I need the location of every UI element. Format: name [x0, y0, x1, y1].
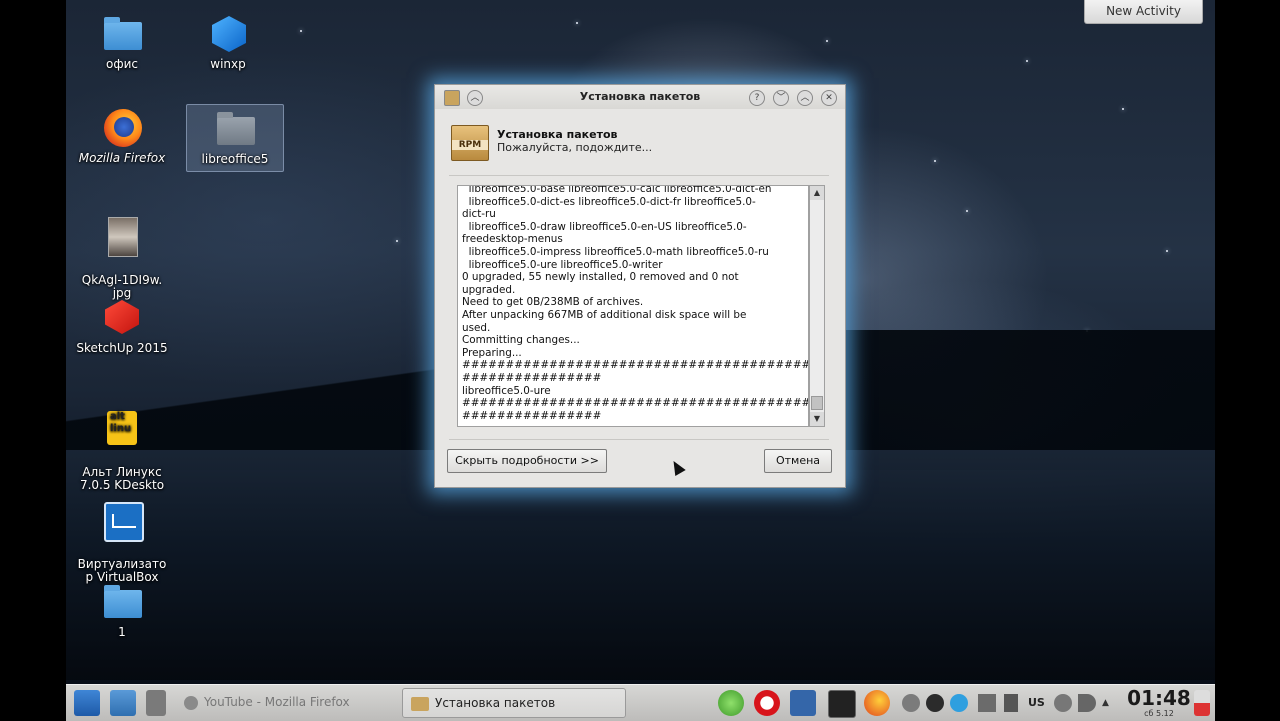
install-log-text: libreoffice5.0-base libreoffice5.0-calc … — [462, 185, 809, 422]
info-icon[interactable] — [902, 694, 920, 712]
rpm-package-icon: RPM — [451, 125, 489, 161]
install-log-textarea[interactable]: libreoffice5.0-base libreoffice5.0-calc … — [457, 185, 809, 427]
opera-icon[interactable] — [754, 690, 780, 716]
maximize-button[interactable]: ︿ — [797, 90, 813, 106]
usb-icon[interactable] — [1054, 694, 1072, 712]
desktop-icon-sketchup[interactable]: SketchUp 2015 — [74, 298, 170, 355]
folder-icon — [217, 112, 255, 145]
rpm-icon-text: RPM — [452, 140, 488, 150]
desktop-icon-libreoffice5[interactable]: libreoffice5 — [186, 104, 284, 172]
scroll-down-arrow-icon[interactable]: ▼ — [810, 412, 824, 426]
clock-date: сб 5.12 — [1144, 709, 1174, 718]
dialog-header-subtitle: Пожалуйста, подождите... — [497, 141, 653, 154]
close-button[interactable]: ✕ — [821, 90, 837, 106]
desktop-icon-virtualbox[interactable]: Виртуализато р VirtualBox — [74, 488, 170, 597]
desktop-icon-firefox[interactable]: Mozilla Firefox — [74, 108, 170, 165]
folder-icon — [104, 585, 142, 618]
virtual-machine-icon — [212, 16, 246, 52]
desktop-icon-label: QkAgl-1DI9w. jpg — [81, 273, 163, 300]
footer-divider — [449, 439, 829, 440]
dialog-header-title: Установка пакетов — [497, 128, 618, 141]
desktop-icon-winxp[interactable]: winxp — [180, 14, 276, 71]
telegram-icon[interactable] — [950, 694, 968, 712]
letterbox-right — [1215, 0, 1280, 720]
desktop-icon-label: SketchUp 2015 — [76, 341, 168, 355]
keyboard-layout-indicator[interactable]: US — [1028, 694, 1050, 712]
clock-time[interactable]: 01:48 — [1124, 686, 1194, 710]
desktop-icon-label: 1 — [118, 625, 126, 639]
sketchup-icon — [105, 300, 139, 334]
window-titlebar[interactable]: ︿ Установка пакетов ? ﹀ ︿ ✕ — [435, 85, 845, 109]
kde-menu-icon[interactable] — [74, 690, 100, 716]
volume-icon[interactable] — [1078, 694, 1096, 712]
firefox-icon — [104, 109, 142, 147]
virtualbox-icon — [104, 502, 144, 542]
tray-expand-icon[interactable]: ▲ — [1102, 694, 1112, 712]
desktop-icon-ofis[interactable]: офис — [74, 14, 170, 71]
desktop-icon-label: Mozilla Firefox — [78, 151, 166, 165]
hide-details-button[interactable]: Скрыть подробности >> — [447, 449, 607, 473]
show-desktop-icon[interactable] — [110, 690, 136, 716]
desktop-icon-label: libreoffice5 — [201, 152, 269, 166]
task-label: YouTube - Mozilla Firefox — [204, 695, 350, 709]
minimize-button[interactable]: ﹀ — [773, 90, 789, 106]
letterbox-left — [0, 0, 66, 720]
taskbar: YouTube - Mozilla Firefox Установка паке… — [66, 684, 1215, 721]
log-scrollbar[interactable]: ▲ ▼ — [809, 185, 825, 427]
scroll-up-arrow-icon[interactable]: ▲ — [810, 186, 824, 200]
desktop-icon-image-file[interactable]: QkAgl-1DI9w. jpg — [74, 204, 170, 313]
network-signal-icon[interactable] — [978, 694, 996, 712]
new-activity-button[interactable]: New Activity — [1084, 0, 1203, 24]
desktop-icon-label: офис — [106, 57, 138, 71]
firefox-launcher-icon[interactable] — [864, 690, 890, 716]
task-label: Установка пакетов — [435, 696, 556, 710]
stop-icon[interactable] — [926, 694, 944, 712]
desktop-icon-label: winxp — [210, 57, 246, 71]
image-thumbnail-icon — [108, 217, 138, 257]
lock-logout-icon[interactable] — [1194, 690, 1210, 716]
scissors-icon[interactable] — [1004, 694, 1018, 712]
terminal-icon[interactable] — [828, 690, 856, 718]
desktop-icon-label: Виртуализато р VirtualBox — [77, 557, 167, 584]
cancel-button[interactable]: Отмена — [764, 449, 832, 473]
header-divider — [449, 175, 829, 176]
firefox-icon — [184, 695, 198, 710]
install-packages-window: ︿ Установка пакетов ? ﹀ ︿ ✕ RPM Установк… — [434, 84, 846, 488]
rpm-package-icon — [411, 696, 429, 711]
task-install-packages[interactable]: Установка пакетов — [402, 688, 626, 718]
scrollbar-thumb[interactable] — [811, 396, 823, 410]
task-firefox[interactable]: YouTube - Mozilla Firefox — [176, 688, 396, 716]
alt-linux-logo-icon: alt linu — [107, 411, 137, 445]
media-player-icon[interactable] — [790, 690, 816, 716]
pager-icon[interactable] — [146, 690, 166, 716]
folder-icon — [104, 17, 142, 50]
update-manager-icon[interactable] — [718, 690, 744, 716]
desktop-icon-folder-1[interactable]: 1 — [74, 582, 170, 639]
help-button[interactable]: ? — [749, 90, 765, 106]
